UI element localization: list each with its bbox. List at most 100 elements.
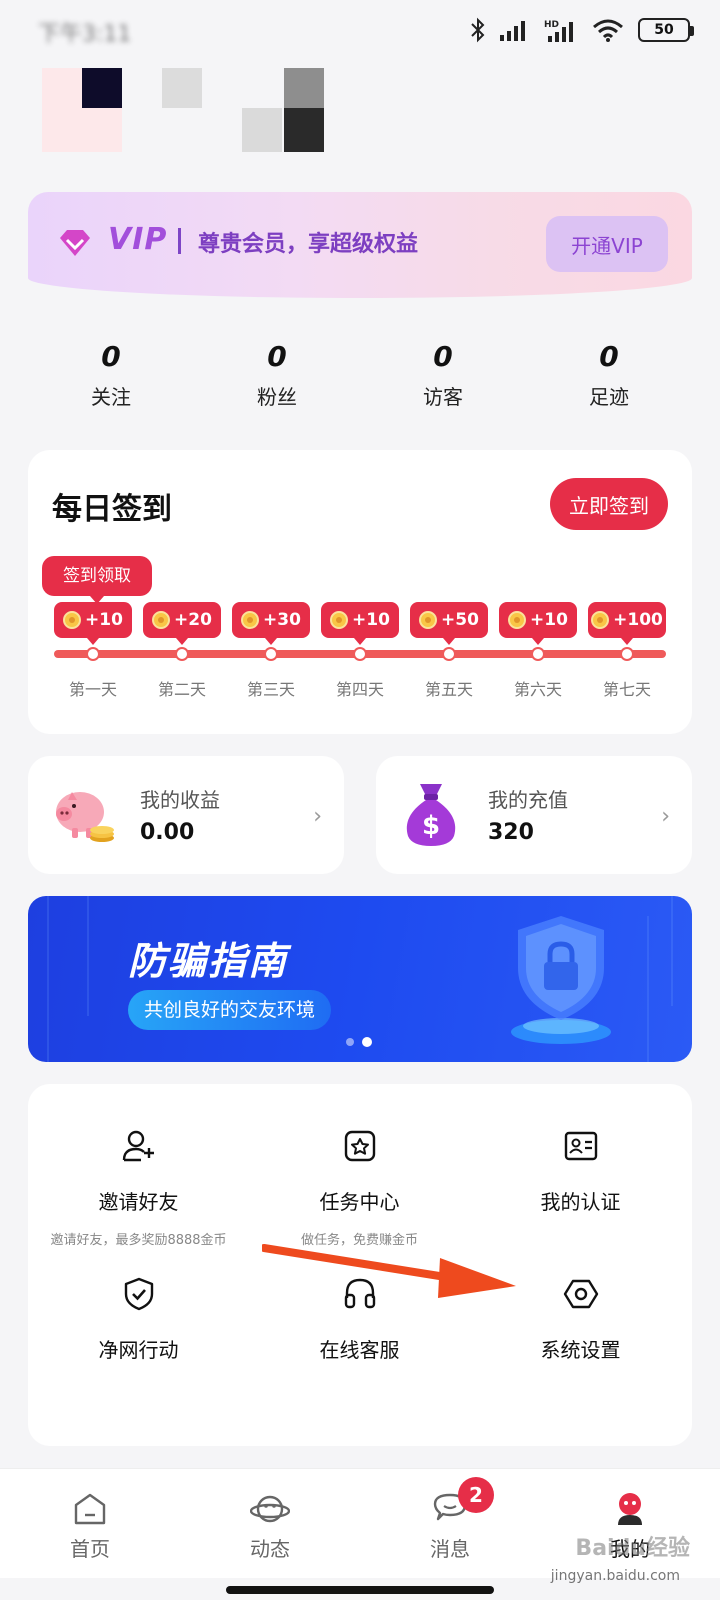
reward-amount: +10	[85, 610, 123, 630]
day-label: 第七天	[602, 680, 651, 699]
track-dot	[620, 647, 634, 661]
reward-amount: +10	[352, 610, 390, 630]
checkin-now-button[interactable]: 立即签到	[550, 478, 668, 530]
anti-fraud-banner[interactable]: 防骗指南 共创良好的交友环境	[28, 896, 692, 1062]
track-dot	[353, 647, 367, 661]
battery-indicator: 50	[638, 18, 694, 42]
tab-label: 首页	[70, 1537, 110, 1561]
reward-day-5: +50	[410, 602, 488, 645]
coin-icon	[63, 611, 82, 629]
reward-amount: +100	[613, 610, 663, 630]
claim-tag[interactable]: 签到领取	[42, 556, 152, 604]
reward-day-2: +20	[143, 602, 221, 645]
track-dot	[531, 647, 545, 661]
coin-icon	[508, 611, 527, 629]
track-dot	[86, 647, 100, 661]
reward-amount: +20	[174, 610, 212, 630]
signal-hd-icon: HD	[544, 20, 573, 42]
day-label: 第三天	[246, 680, 295, 699]
page-dot-active[interactable]	[362, 1037, 372, 1047]
banner-subtitle: 共创良好的交友环境	[128, 990, 332, 1030]
checkin-progress-track	[54, 647, 666, 661]
profile-stats: 0 关注 0 粉丝 0 访客 0 足迹	[28, 340, 692, 420]
recharge-value: 320	[488, 820, 534, 845]
reward-day-7: +100	[588, 602, 666, 645]
day-label: 第五天	[424, 680, 473, 699]
grid-label: 系统设置	[540, 1338, 621, 1362]
reward-day-3: +30	[232, 602, 310, 645]
grid-item-my-verification[interactable]: 我的认证	[470, 1128, 691, 1215]
reward-day-6: +10	[499, 602, 577, 645]
coin-icon	[591, 611, 610, 629]
stat-value: 0	[599, 340, 619, 373]
chevron-right-icon: ›	[661, 804, 670, 829]
recharge-label: 我的充值	[488, 788, 568, 812]
tab-messages[interactable]: 消息 2	[360, 1469, 540, 1578]
earnings-value: 0.00	[140, 820, 195, 845]
earnings-label: 我的收益	[140, 788, 220, 812]
status-icons: HD 50	[470, 16, 694, 44]
earnings-card[interactable]: 我的收益 0.00 ›	[28, 756, 344, 874]
day-label: 第六天	[513, 680, 562, 699]
signal-icon	[500, 21, 525, 41]
checkin-days: 第一天 第二天 第三天 第四天 第五天 第六天 第七天	[54, 676, 666, 700]
tab-feed[interactable]: 动态	[180, 1469, 360, 1578]
coin-icon	[330, 611, 349, 629]
day-label: 第二天	[157, 680, 206, 699]
grid-label: 邀请好友	[98, 1190, 179, 1214]
stat-label: 足迹	[589, 385, 629, 409]
open-vip-button[interactable]: 开通VIP	[546, 216, 668, 272]
stat-value: 0	[433, 340, 453, 373]
grid-sublabel: 邀请好友，最多奖励8888金币	[50, 1233, 227, 1248]
daily-checkin-card: 每日签到 立即签到 签到领取 +10 +20 +30 +10 +50 +10 +…	[28, 450, 692, 734]
stat-following[interactable]: 0 关注	[28, 340, 194, 420]
grid-label: 任务中心	[319, 1190, 400, 1214]
vip-logo: VIP	[108, 222, 168, 257]
tab-home[interactable]: 首页	[0, 1469, 180, 1578]
stat-value: 0	[101, 340, 121, 373]
grid-item-task-center[interactable]: 任务中心 做任务，免费赚金币	[249, 1128, 470, 1248]
unread-badge: 2	[458, 1477, 494, 1513]
reward-day-1: +10	[54, 602, 132, 645]
stat-visitors[interactable]: 0 访客	[360, 340, 526, 420]
home-icon	[74, 1493, 106, 1525]
grid-item-invite-friends[interactable]: 邀请好友 邀请好友，最多奖励8888金币	[28, 1128, 249, 1248]
wifi-icon	[593, 19, 623, 42]
home-indicator[interactable]	[226, 1586, 494, 1594]
stat-value: 0	[267, 340, 287, 373]
vip-slogan: 尊贵会员，享超级权益	[198, 232, 419, 257]
vip-divider	[178, 228, 181, 254]
stat-footprints[interactable]: 0 足迹	[526, 340, 692, 420]
grid-item-clean-web[interactable]: 净网行动	[28, 1276, 249, 1363]
piggy-bank-icon	[56, 792, 114, 842]
grid-label: 在线客服	[319, 1338, 400, 1362]
settings-hex-icon	[563, 1279, 598, 1309]
money-bag-icon: $	[406, 784, 456, 846]
day-label: 第一天	[68, 680, 117, 699]
stat-label: 访客	[423, 385, 463, 409]
reward-amount: +10	[530, 610, 568, 630]
day-label: 第四天	[335, 680, 384, 699]
grid-label: 净网行动	[98, 1338, 179, 1362]
checkin-rewards: +10 +20 +30 +10 +50 +10 +100	[54, 602, 666, 645]
watermark-brand: Baidu经验	[575, 1536, 690, 1561]
id-card-icon	[564, 1131, 597, 1161]
svg-text:HD: HD	[544, 20, 559, 30]
page-dot[interactable]	[346, 1038, 354, 1046]
profile-avatar-mosaic[interactable]	[42, 68, 332, 152]
recharge-card[interactable]: $ 我的充值 320 ›	[376, 756, 692, 874]
status-time: 下午3:11	[38, 22, 132, 47]
reward-amount: +50	[441, 610, 479, 630]
vip-banner[interactable]: VIP 尊贵会员，享超级权益 开通VIP	[28, 192, 692, 298]
shield-check-icon	[124, 1277, 153, 1311]
track-dot	[175, 647, 189, 661]
stat-label: 关注	[91, 385, 131, 409]
stat-fans[interactable]: 0 粉丝	[194, 340, 360, 420]
chevron-right-icon: ›	[313, 804, 322, 829]
status-bar: 下午3:11 HD 50	[0, 0, 720, 62]
tab-label: 消息	[430, 1537, 470, 1561]
bluetooth-icon	[471, 17, 485, 43]
reward-amount: +30	[263, 610, 301, 630]
grid-label: 我的认证	[540, 1190, 621, 1214]
planet-icon	[250, 1495, 290, 1523]
